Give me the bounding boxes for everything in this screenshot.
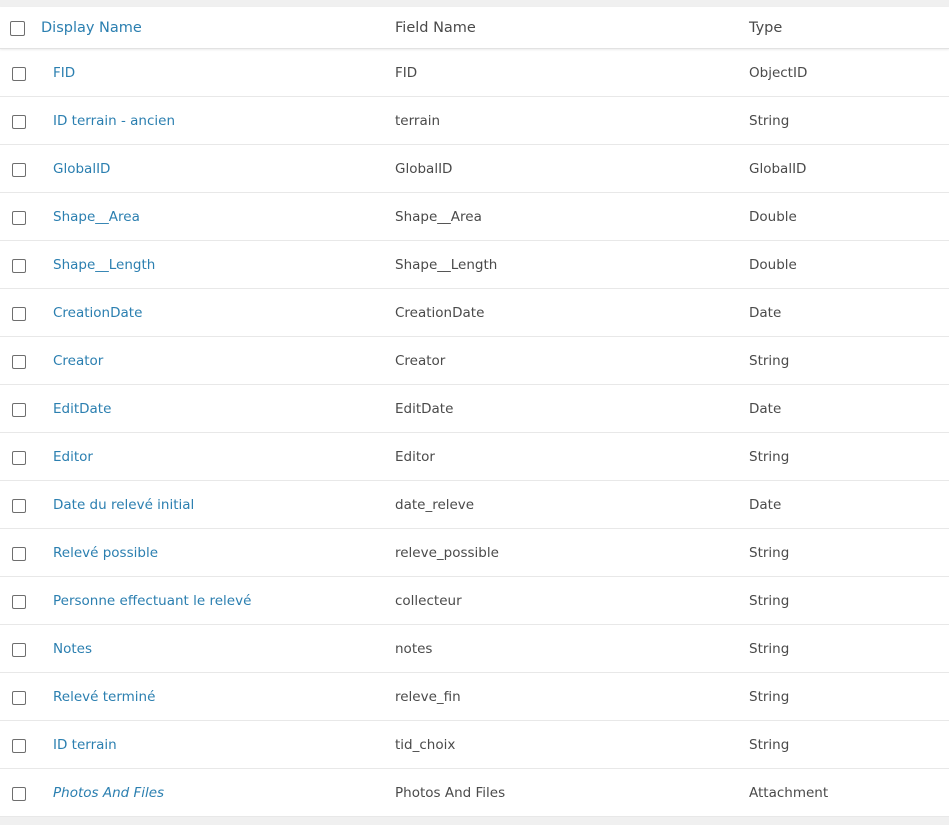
field-type: GlobalID: [749, 161, 807, 177]
display-name-link[interactable]: EditDate: [53, 400, 111, 418]
table-header: Display Name Field Name Type: [0, 7, 949, 49]
display-name-link[interactable]: Notes: [53, 640, 92, 658]
row-checkbox[interactable]: [12, 547, 26, 561]
table-row: GlobalID GlobalID GlobalID: [0, 145, 949, 193]
table-row: Personne effectuant le relevé collecteur…: [0, 577, 949, 625]
field-type: Double: [749, 209, 797, 225]
field-type: String: [749, 593, 790, 609]
field-name: tid_choix: [395, 737, 456, 753]
table-row: FID FID ObjectID: [0, 49, 949, 97]
row-checkbox[interactable]: [12, 163, 26, 177]
field-name: Photos And Files: [395, 785, 506, 801]
table-row: ID terrain - ancien terrain String: [0, 97, 949, 145]
table-row: EditDate EditDate Date: [0, 385, 949, 433]
field-name: CreationDate: [395, 305, 485, 321]
display-name-link[interactable]: Date du relevé initial: [53, 496, 194, 514]
display-name-link[interactable]: FID: [53, 64, 75, 82]
field-name: releve_fin: [395, 689, 461, 705]
row-checkbox[interactable]: [12, 691, 26, 705]
field-name: releve_possible: [395, 545, 499, 561]
field-type: Double: [749, 257, 797, 273]
display-name-link[interactable]: Creator: [53, 352, 103, 370]
display-name-link[interactable]: Shape__Area: [53, 208, 140, 226]
display-name-link[interactable]: Shape__Length: [53, 256, 155, 274]
row-checkbox[interactable]: [12, 259, 26, 273]
display-name-link[interactable]: Relevé terminé: [53, 688, 155, 706]
table-row: CreationDate CreationDate Date: [0, 289, 949, 337]
display-name-link[interactable]: Personne effectuant le relevé: [53, 592, 251, 610]
field-name: EditDate: [395, 401, 454, 417]
field-type: String: [749, 353, 790, 369]
field-name: terrain: [395, 113, 441, 129]
field-name: Creator: [395, 353, 446, 369]
field-type: String: [749, 641, 790, 657]
field-name: collecteur: [395, 593, 462, 609]
select-all-checkbox[interactable]: [10, 21, 25, 36]
header-type[interactable]: Type: [749, 19, 782, 37]
row-checkbox[interactable]: [12, 499, 26, 513]
display-name-link[interactable]: Photos And Files: [53, 784, 164, 802]
table-row: Shape__Area Shape__Area Double: [0, 193, 949, 241]
row-checkbox[interactable]: [12, 355, 26, 369]
display-name-link[interactable]: ID terrain: [53, 736, 117, 754]
row-checkbox[interactable]: [12, 787, 26, 801]
field-type: ObjectID: [749, 65, 808, 81]
header-display-name[interactable]: Display Name: [41, 19, 142, 37]
field-type: Date: [749, 401, 782, 417]
table-row: Photos And Files Photos And Files Attach…: [0, 769, 949, 817]
field-name: Shape__Area: [395, 209, 482, 225]
row-checkbox[interactable]: [12, 739, 26, 753]
table-row: Relevé terminé releve_fin String: [0, 673, 949, 721]
row-checkbox[interactable]: [12, 115, 26, 129]
field-name: notes: [395, 641, 433, 657]
table-row: Relevé possible releve_possible String: [0, 529, 949, 577]
field-type: String: [749, 737, 790, 753]
field-name: Editor: [395, 449, 435, 465]
field-name: date_releve: [395, 497, 475, 513]
field-name: GlobalID: [395, 161, 453, 177]
row-checkbox[interactable]: [12, 307, 26, 321]
row-checkbox[interactable]: [12, 595, 26, 609]
table-row: ID terrain tid_choix String: [0, 721, 949, 769]
row-checkbox[interactable]: [12, 451, 26, 465]
row-checkbox[interactable]: [12, 67, 26, 81]
table-row: Shape__Length Shape__Length Double: [0, 241, 949, 289]
fields-table: Display Name Field Name Type FID FID Obj…: [0, 7, 949, 817]
field-type: String: [749, 545, 790, 561]
table-row: Notes notes String: [0, 625, 949, 673]
table-row: Date du relevé initial date_releve Date: [0, 481, 949, 529]
table-row: Creator Creator String: [0, 337, 949, 385]
header-field-name[interactable]: Field Name: [395, 19, 476, 37]
display-name-link[interactable]: Editor: [53, 448, 93, 466]
field-type: String: [749, 449, 790, 465]
display-name-link[interactable]: GlobalID: [53, 160, 110, 178]
field-type: Attachment: [749, 785, 829, 801]
table-row: Editor Editor String: [0, 433, 949, 481]
display-name-link[interactable]: Relevé possible: [53, 544, 158, 562]
field-type: String: [749, 689, 790, 705]
field-type: String: [749, 113, 790, 129]
row-checkbox[interactable]: [12, 643, 26, 657]
field-name: Shape__Length: [395, 257, 498, 273]
row-checkbox[interactable]: [12, 403, 26, 417]
display-name-link[interactable]: CreationDate: [53, 304, 142, 322]
field-type: Date: [749, 497, 782, 513]
display-name-link[interactable]: ID terrain - ancien: [53, 112, 175, 130]
field-type: Date: [749, 305, 782, 321]
row-checkbox[interactable]: [12, 211, 26, 225]
field-name: FID: [395, 65, 418, 81]
